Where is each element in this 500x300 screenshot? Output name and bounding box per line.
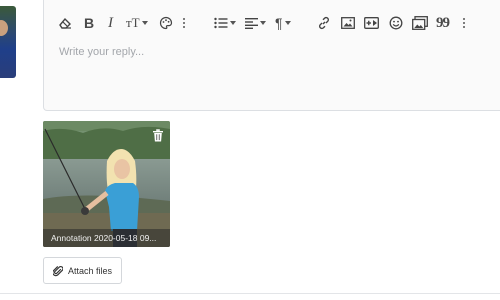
more-vertical-icon[interactable]: [182, 14, 186, 32]
paragraph-button[interactable]: ¶: [275, 14, 291, 32]
attach-files-button[interactable]: Attach files: [43, 257, 122, 284]
paragraph-icon: ¶: [275, 15, 283, 31]
quote-icon: 99: [436, 14, 450, 31]
link-icon[interactable]: [317, 14, 331, 32]
list-icon: [214, 17, 228, 29]
attachment-thumbnail[interactable]: Annotation 2020-05-18 09...: [43, 121, 170, 247]
image-icon[interactable]: [341, 14, 355, 32]
quote-button[interactable]: 99: [436, 14, 450, 32]
reply-input-placeholder: Write your reply...: [59, 46, 145, 58]
palette-icon[interactable]: [159, 14, 173, 32]
chevron-down-icon: [230, 21, 236, 25]
more-vertical-icon[interactable]: [462, 14, 466, 32]
paperclip-icon: [53, 265, 63, 276]
eraser-icon[interactable]: [58, 14, 72, 32]
chevron-down-icon: [284, 21, 291, 25]
attachment-filename: Annotation 2020-05-18 09...: [43, 229, 170, 247]
smiley-icon[interactable]: [389, 14, 403, 32]
font-size-icon: тT: [126, 15, 140, 30]
chevron-down-icon: [141, 21, 148, 25]
reply-editor[interactable]: B I тT ¶ 99 Write your reply...: [43, 0, 500, 111]
align-left-icon: [245, 18, 258, 29]
bold-icon: B: [84, 15, 95, 31]
italic-icon: I: [108, 14, 113, 31]
gallery-icon[interactable]: [412, 14, 428, 32]
chevron-down-icon: [260, 21, 266, 25]
trash-icon[interactable]: [152, 129, 164, 142]
list-button[interactable]: [214, 14, 236, 32]
user-avatar[interactable]: [0, 6, 16, 78]
avatar-face: [0, 20, 8, 36]
italic-button[interactable]: I: [108, 14, 113, 32]
bold-button[interactable]: B: [84, 14, 94, 32]
media-icon[interactable]: [364, 14, 379, 32]
attach-files-label: Attach files: [68, 265, 113, 276]
editor-toolbar: B I тT ¶ 99: [44, 0, 500, 46]
align-button[interactable]: [245, 14, 266, 32]
section-divider: [0, 293, 500, 294]
font-size-button[interactable]: тT: [126, 14, 148, 32]
